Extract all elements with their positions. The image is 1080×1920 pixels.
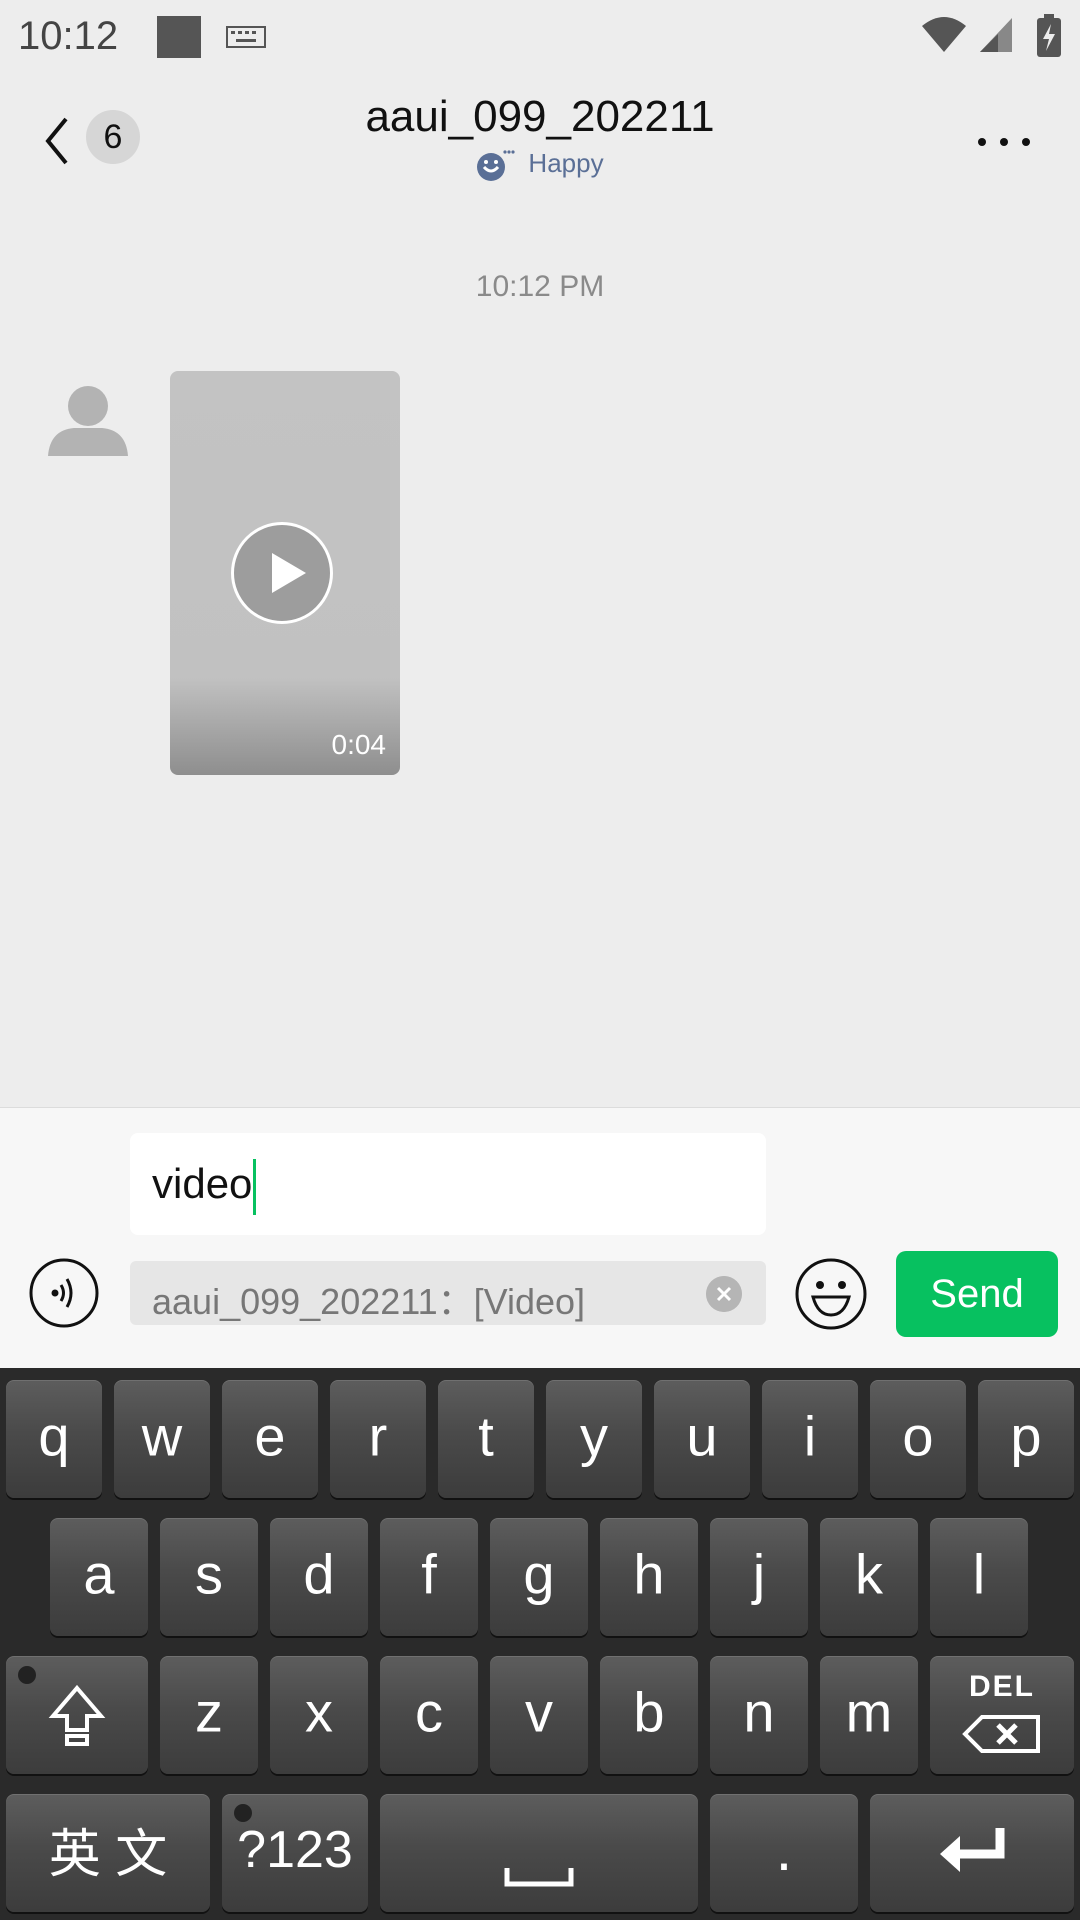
key-l[interactable]: l — [930, 1518, 1028, 1636]
space-key[interactable] — [380, 1794, 698, 1912]
key-t[interactable]: t — [438, 1380, 534, 1498]
quoted-message-text: aaui_099_202211：[Video] — [152, 1281, 586, 1322]
delete-key[interactable]: DEL — [930, 1656, 1074, 1774]
key-w[interactable]: w — [114, 1380, 210, 1498]
key-z[interactable]: z — [160, 1656, 258, 1774]
shift-icon — [48, 1684, 106, 1746]
voice-icon[interactable] — [28, 1257, 100, 1329]
key-period[interactable]: . — [710, 1794, 858, 1912]
text-caret — [253, 1158, 257, 1215]
key-u[interactable]: u — [654, 1380, 750, 1498]
key-q[interactable]: q — [6, 1380, 102, 1498]
symbols-key[interactable]: ?123 — [222, 1794, 368, 1912]
status-text: Happy — [528, 148, 604, 178]
key-i[interactable]: i — [762, 1380, 858, 1498]
wifi-icon — [922, 17, 966, 52]
space-icon — [504, 1868, 574, 1887]
more-horizontal-icon[interactable] — [974, 126, 1034, 156]
shift-key[interactable] — [6, 1656, 148, 1774]
key-s[interactable]: s — [160, 1518, 258, 1636]
keyboard-icon — [226, 26, 266, 48]
emoji-icon[interactable] — [794, 1257, 868, 1331]
key-h[interactable]: h — [600, 1518, 698, 1636]
key-a[interactable]: a — [50, 1518, 148, 1636]
message-input-panel: video aaui_099_202211：[Video] Send — [0, 1107, 1080, 1368]
input-text: video — [152, 1160, 253, 1207]
key-j[interactable]: j — [710, 1518, 808, 1636]
quoted-message: aaui_099_202211：[Video] — [130, 1261, 766, 1325]
key-c[interactable]: c — [380, 1656, 478, 1774]
soft-keyboard: q w e r t y u i o p a s d f g h j k l z … — [0, 1368, 1080, 1920]
chat-header: 6 aaui_099_202211 Happy — [0, 76, 1080, 206]
key-x[interactable]: x — [270, 1656, 368, 1774]
avatar[interactable] — [40, 374, 136, 470]
video-duration: 0:04 — [331, 729, 387, 760]
delete-key-label: DEL — [969, 1670, 1035, 1703]
key-k[interactable]: k — [820, 1518, 918, 1636]
notification-icon — [157, 16, 201, 58]
message-input[interactable]: video — [130, 1133, 766, 1235]
enter-icon — [940, 1828, 1005, 1872]
key-e[interactable]: e — [222, 1380, 318, 1498]
language-key[interactable]: 英 文 — [6, 1794, 210, 1912]
send-button[interactable]: Send — [896, 1251, 1058, 1337]
key-d[interactable]: d — [270, 1518, 368, 1636]
key-m[interactable]: m — [820, 1656, 918, 1774]
page-title[interactable]: aaui_099_202211 — [0, 92, 1080, 142]
status-time: 10:12 — [18, 14, 119, 58]
battery-charging-icon — [1037, 14, 1061, 57]
contact-status[interactable]: Happy — [0, 148, 1080, 182]
key-y[interactable]: y — [546, 1380, 642, 1498]
enter-key[interactable] — [870, 1794, 1074, 1912]
key-n[interactable]: n — [710, 1656, 808, 1774]
key-g[interactable]: g — [490, 1518, 588, 1636]
key-b[interactable]: b — [600, 1656, 698, 1774]
key-r[interactable]: r — [330, 1380, 426, 1498]
key-f[interactable]: f — [380, 1518, 478, 1636]
key-v[interactable]: v — [490, 1656, 588, 1774]
status-bar: 10:12 — [0, 0, 1080, 76]
play-icon[interactable] — [231, 522, 333, 624]
smile-icon — [477, 150, 516, 182]
key-o[interactable]: o — [870, 1380, 966, 1498]
video-message[interactable]: 0:04 — [170, 371, 400, 775]
message-timestamp: 10:12 PM — [475, 270, 605, 303]
key-indicator — [18, 1666, 36, 1684]
key-p[interactable]: p — [978, 1380, 1074, 1498]
clear-icon[interactable] — [706, 1276, 742, 1312]
signal-icon — [980, 18, 1012, 52]
backspace-icon — [962, 1715, 1040, 1753]
